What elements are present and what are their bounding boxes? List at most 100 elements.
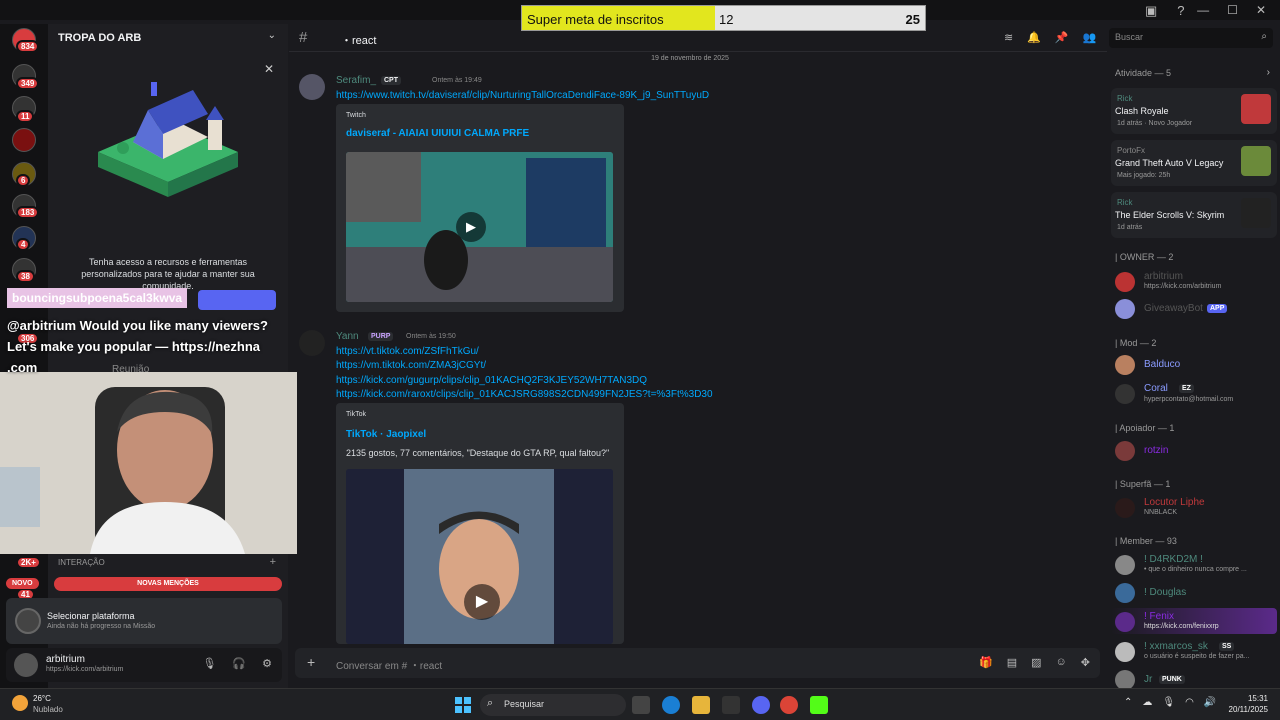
taskbar-search[interactable]: ⌕ Pesquisar: [480, 694, 626, 716]
member-name[interactable]: GiveawayBot: [1144, 303, 1203, 314]
chevron-down-icon[interactable]: ⌄: [268, 30, 276, 41]
channel-name: ・react: [341, 35, 377, 47]
avatar[interactable]: [1115, 583, 1135, 603]
video-thumbnail[interactable]: ▶: [346, 469, 613, 644]
clock[interactable]: 15:31 20/11/2025: [1229, 693, 1268, 715]
activity-card[interactable]: PortoFx Grand Theft Auto V Legacy Mais j…: [1111, 140, 1277, 186]
gift-icon[interactable]: 🎁: [979, 656, 993, 669]
member-status: o usuário é suspeito de fazer pa...: [1144, 653, 1250, 660]
message-link[interactable]: https://vt.tiktok.com/ZSfFhTkGu/: [336, 346, 479, 357]
message-composer[interactable]: + Conversar em # ・react 🎁 ▤ ▨ ☺ ✥: [295, 648, 1100, 678]
avatar[interactable]: [14, 653, 38, 677]
avatar[interactable]: [1115, 612, 1135, 632]
server-icon[interactable]: [12, 128, 36, 152]
message-author[interactable]: Yann: [336, 331, 359, 342]
video-thumbnail[interactable]: ▶: [346, 152, 613, 302]
microphone-icon[interactable]: 🎙: [1162, 697, 1175, 708]
close-button[interactable]: ✕: [1256, 3, 1266, 17]
chevron-right-icon[interactable]: ›: [1267, 67, 1270, 78]
member-name[interactable]: ! xxmarcos_sk: [1144, 641, 1208, 652]
members-icon[interactable]: 👥: [1083, 31, 1097, 44]
bell-icon[interactable]: 🔔: [1027, 31, 1041, 44]
avatar[interactable]: [1115, 441, 1135, 461]
avatar[interactable]: [1115, 299, 1135, 319]
gear-icon[interactable]: ⚙: [262, 657, 272, 670]
link-embed: TikTok TikTok · Jaopixel 2135 gostos, 77…: [336, 403, 624, 644]
sticker-icon[interactable]: ▨: [1031, 656, 1041, 669]
member-name[interactable]: ! D4RKD2M !: [1144, 554, 1203, 565]
minimize-button[interactable]: —: [1197, 3, 1209, 17]
role-header-member: | Member — 93: [1115, 536, 1177, 546]
member-name[interactable]: Jr: [1144, 674, 1152, 685]
category-interacao[interactable]: INTERAÇÃO: [58, 558, 105, 567]
embed-description: 2135 gostos, 77 comentários, "Destaque d…: [346, 448, 610, 458]
goal-label: Super meta de inscritos: [527, 12, 664, 27]
message-link[interactable]: https://kick.com/gugurp/clips/clip_01KAC…: [336, 375, 647, 386]
message-link[interactable]: https://kick.com/raroxt/clips/clip_01KAC…: [336, 389, 713, 400]
file-explorer-icon[interactable]: [692, 696, 710, 714]
avatar[interactable]: [1115, 384, 1135, 404]
close-icon[interactable]: ✕: [264, 62, 274, 76]
quest-card[interactable]: Selecionar plataforma Ainda não há progr…: [6, 598, 282, 644]
avatar[interactable]: [1115, 642, 1135, 662]
kick-icon[interactable]: [810, 696, 828, 714]
role-tag: PUNK: [1159, 675, 1185, 684]
chevron-up-icon[interactable]: ⌃: [1124, 697, 1132, 708]
member-name[interactable]: Coral: [1144, 383, 1168, 394]
avatar[interactable]: [1115, 498, 1135, 518]
weather-temp[interactable]: 26°C: [33, 694, 51, 703]
help-icon[interactable]: ?: [1177, 3, 1184, 19]
embed-title[interactable]: daviseraf - AIAIAI UIUIUI CALMA PRFE: [346, 128, 529, 139]
play-icon[interactable]: ▶: [456, 212, 486, 242]
avatar[interactable]: [1115, 355, 1135, 375]
pin-icon[interactable]: 📌: [1055, 31, 1069, 44]
activity-card[interactable]: Rick The Elder Scrolls V: Skyrim 1d atrá…: [1111, 192, 1277, 238]
avatar[interactable]: [299, 330, 325, 356]
new-mentions-button[interactable]: NOVAS MENÇÕES: [54, 577, 282, 591]
game-art: [1241, 146, 1271, 176]
avatar[interactable]: [1115, 272, 1135, 292]
message-author[interactable]: Serafim_: [336, 75, 376, 86]
discord-icon[interactable]: [752, 696, 770, 714]
member-status: NNBLACK: [1144, 509, 1178, 516]
member-name[interactable]: arbitrium: [1144, 271, 1183, 282]
windows-start-icon[interactable]: [455, 697, 471, 713]
threads-icon[interactable]: ≋: [1004, 31, 1013, 44]
alert-username: bouncingsubpoena5cal3kwva: [7, 288, 188, 308]
inbox-icon[interactable]: ▣: [1145, 3, 1157, 19]
wifi-icon[interactable]: ◠: [1185, 697, 1194, 708]
activity-card[interactable]: Rick Clash Royale 1d atrás · Novo Jogado…: [1111, 88, 1277, 134]
apps-icon[interactable]: ✥: [1081, 656, 1090, 669]
cloud-icon[interactable]: ☁: [1142, 697, 1152, 708]
avatar[interactable]: [1115, 555, 1135, 575]
promo-button[interactable]: [198, 290, 276, 310]
member-name[interactable]: Balduco: [1144, 359, 1180, 370]
message-link[interactable]: https://vm.tiktok.com/ZMA3jCGYt/: [336, 360, 486, 371]
member-name[interactable]: ! Douglas: [1144, 587, 1186, 598]
headphones-icon[interactable]: 🎧: [232, 657, 246, 670]
emoji-icon[interactable]: ☺: [1056, 656, 1067, 669]
embed-title[interactable]: TikTok · Jaopixel: [346, 429, 426, 440]
app-icon[interactable]: [722, 696, 740, 714]
member-name[interactable]: rotzin: [1144, 445, 1168, 456]
avatar[interactable]: [1115, 670, 1135, 690]
message-link[interactable]: https://www.twitch.tv/daviseraf/clip/Nur…: [336, 90, 709, 101]
maximize-button[interactable]: ☐: [1227, 3, 1238, 17]
weather-icon[interactable]: [12, 695, 28, 711]
microphone-icon[interactable]: 🎙: [202, 657, 216, 670]
taskview-icon[interactable]: [632, 696, 650, 714]
edge-icon[interactable]: [662, 696, 680, 714]
add-channel-icon[interactable]: +: [270, 556, 276, 568]
chrome-icon[interactable]: [780, 696, 798, 714]
search-input[interactable]: Buscar ⌕: [1109, 28, 1273, 48]
game-art: [1241, 94, 1271, 124]
member-name[interactable]: ! Fenix: [1144, 611, 1174, 622]
avatar[interactable]: [299, 74, 325, 100]
search-icon[interactable]: ⌕: [1261, 31, 1267, 42]
add-attachment-icon[interactable]: +: [307, 654, 315, 670]
server-name[interactable]: TROPA DO ARB: [58, 32, 141, 44]
gif-icon[interactable]: ▤: [1007, 656, 1017, 669]
play-icon[interactable]: ▶: [464, 584, 500, 620]
volume-icon[interactable]: 🔊: [1204, 697, 1216, 708]
member-name[interactable]: Locutor Liphe: [1144, 497, 1205, 508]
